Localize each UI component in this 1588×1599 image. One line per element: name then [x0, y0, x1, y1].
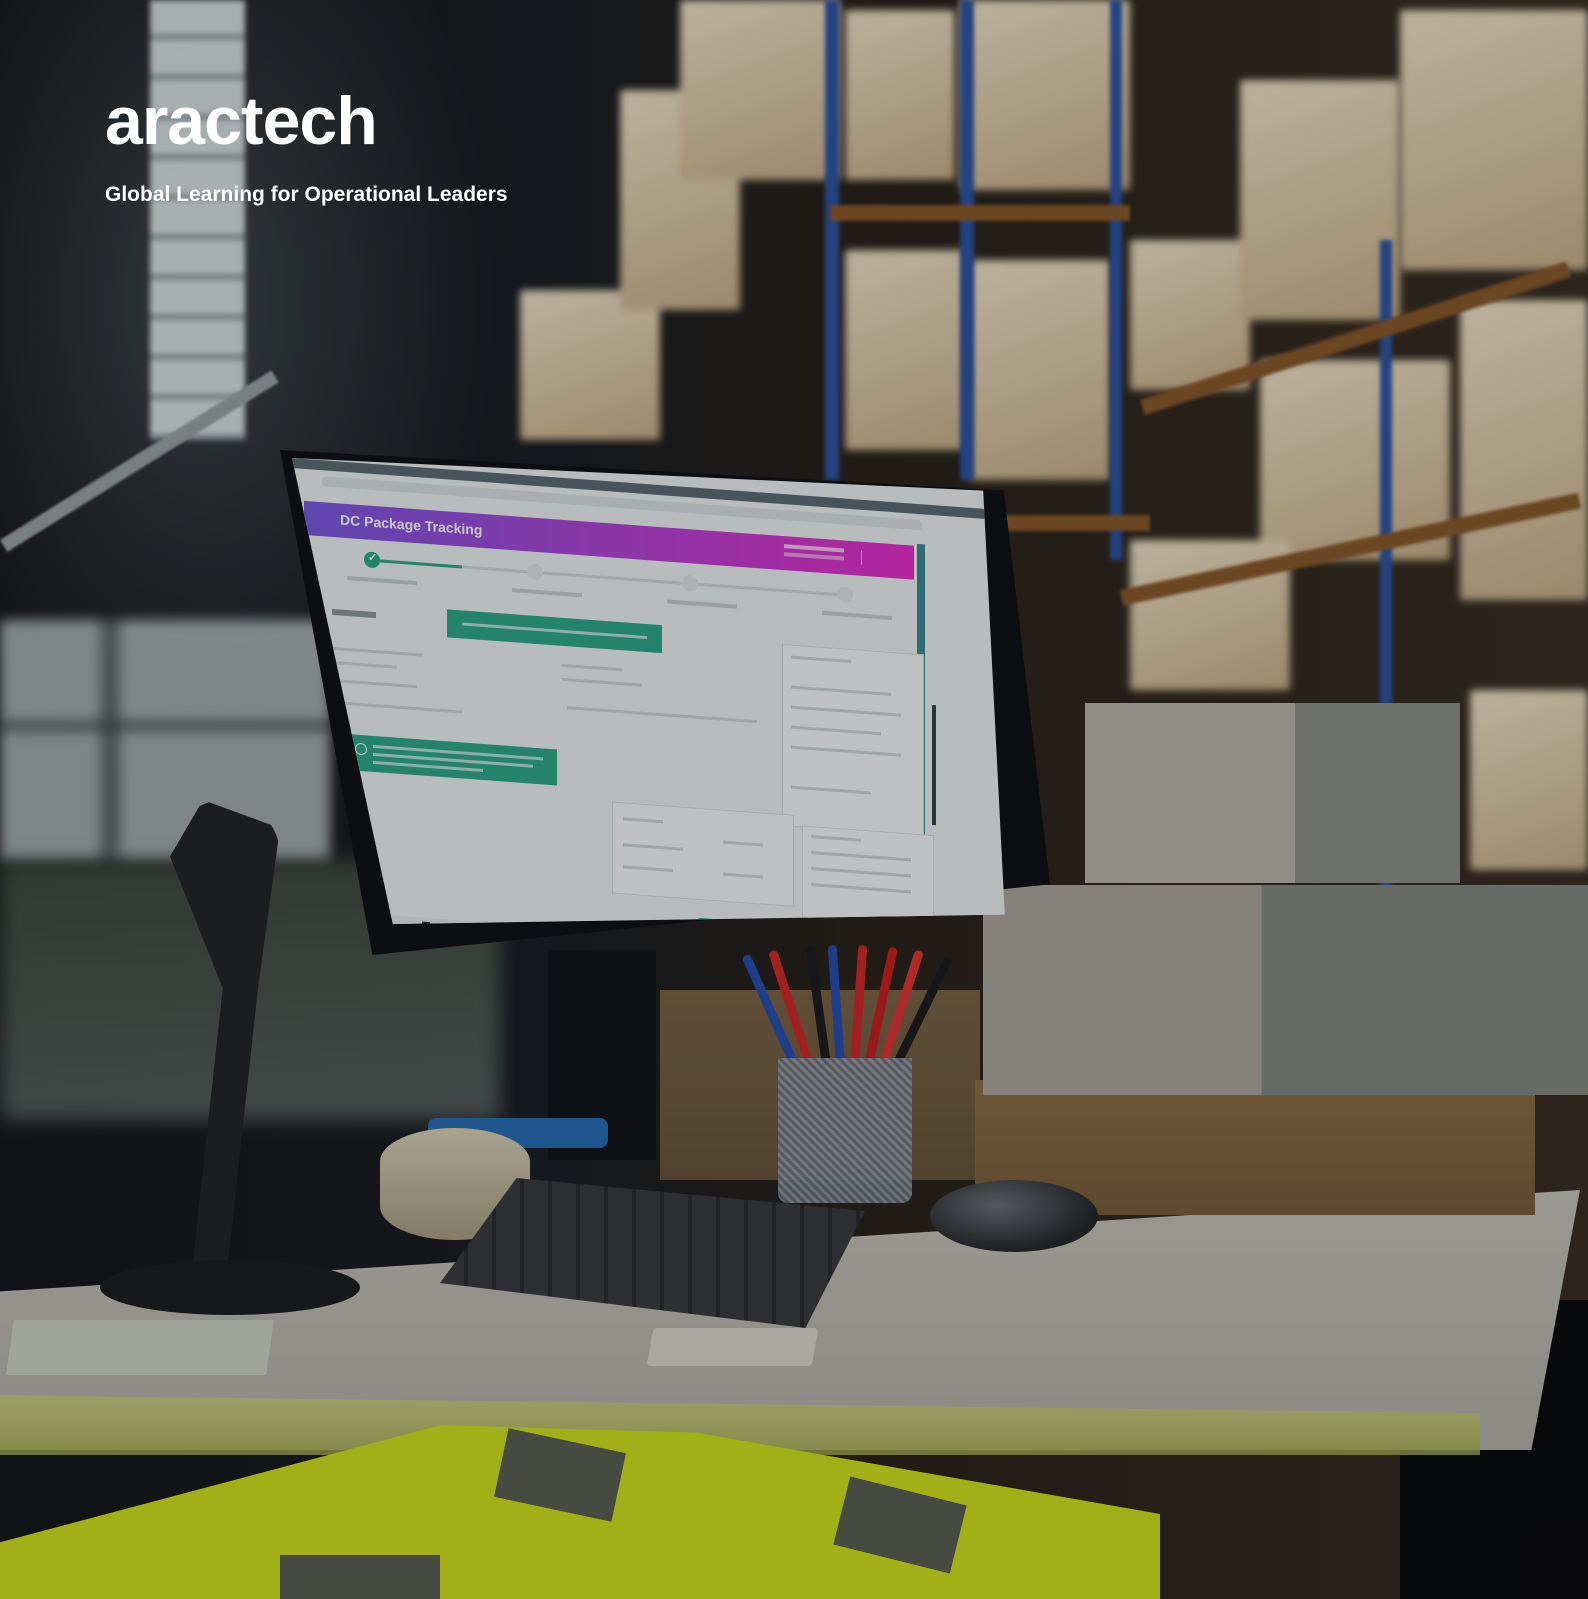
- brand-tagline: Global Learning for Operational Leaders: [105, 183, 508, 206]
- hero-banner: DC Package Tracking ✓ aractech Global Le…: [0, 0, 1588, 1599]
- image-overlay: [0, 0, 1588, 1599]
- brand-logo-text: aractech: [105, 83, 378, 159]
